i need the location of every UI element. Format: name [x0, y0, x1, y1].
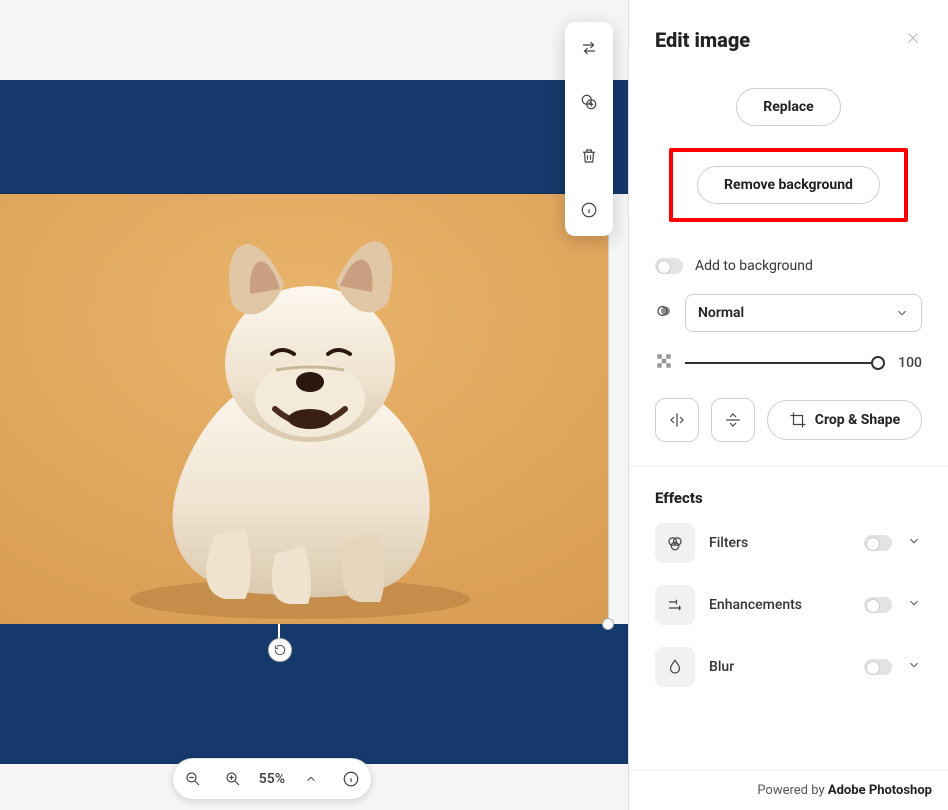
- close-icon: [904, 29, 922, 47]
- footer-prefix: Powered by: [757, 783, 828, 798]
- rotate-handle[interactable]: [268, 638, 292, 662]
- enhancements-expand[interactable]: [906, 596, 922, 614]
- enhancements-icon: [655, 585, 695, 625]
- chevron-down-icon: [907, 596, 921, 610]
- flip-vertical-button[interactable]: [711, 398, 755, 442]
- panel-footer: Powered by Adobe Photoshop: [629, 770, 948, 810]
- trash-icon: [580, 147, 598, 165]
- edit-image-panel: Edit image Replace Remove background Add…: [628, 0, 948, 810]
- blur-toggle[interactable]: [864, 659, 892, 675]
- effects-filters-row[interactable]: Filters: [655, 523, 922, 563]
- flip-horizontal-button[interactable]: [655, 398, 699, 442]
- chevron-up-icon: [304, 772, 318, 786]
- opacity-slider[interactable]: [685, 362, 878, 364]
- remove-background-button[interactable]: Remove background: [697, 166, 880, 204]
- delete-button[interactable]: [573, 140, 605, 172]
- resize-handle-br[interactable]: [602, 618, 614, 630]
- zoom-out-button[interactable]: [177, 763, 209, 795]
- swap-icon: [580, 39, 598, 57]
- filters-toggle[interactable]: [864, 535, 892, 551]
- zoom-in-icon: [224, 770, 242, 788]
- blend-mode-select[interactable]: Normal: [685, 294, 922, 332]
- blur-expand[interactable]: [906, 658, 922, 676]
- filters-label: Filters: [709, 535, 850, 551]
- chevron-down-icon: [907, 534, 921, 548]
- opacity-thumb[interactable]: [871, 356, 885, 370]
- replace-button[interactable]: Replace: [736, 88, 840, 126]
- flip-vertical-icon: [724, 411, 742, 429]
- opacity-icon: [655, 352, 673, 374]
- blend-mode-value: Normal: [698, 305, 744, 321]
- duplicate-icon: [580, 93, 598, 111]
- effects-blur-row[interactable]: Blur: [655, 647, 922, 687]
- blur-icon: [655, 647, 695, 687]
- zoom-out-icon: [184, 770, 202, 788]
- zoom-bar: 55%: [172, 758, 372, 800]
- filters-expand[interactable]: [906, 534, 922, 552]
- effects-title: Effects: [655, 489, 922, 507]
- crop-and-shape-label: Crop & Shape: [815, 412, 900, 428]
- footer-brand: Adobe Photoshop: [828, 783, 932, 798]
- zoom-info-button[interactable]: [335, 763, 367, 795]
- canvas-area[interactable]: 55%: [0, 0, 628, 810]
- effects-enhancements-row[interactable]: Enhancements: [655, 585, 922, 625]
- add-to-background-toggle[interactable]: [655, 258, 683, 274]
- crop-icon: [789, 411, 807, 429]
- chevron-down-icon: [907, 658, 921, 672]
- page-background-top: [0, 80, 628, 194]
- remove-background-highlight: Remove background: [669, 148, 908, 222]
- blur-label: Blur: [709, 659, 850, 675]
- info-icon: [580, 201, 598, 219]
- opacity-value: 100: [890, 355, 922, 371]
- flip-horizontal-icon: [668, 411, 686, 429]
- blend-mode-icon: [655, 302, 673, 324]
- panel-title: Edit image: [655, 28, 750, 52]
- crop-and-shape-button[interactable]: Crop & Shape: [767, 400, 922, 440]
- info-icon: [342, 770, 360, 788]
- add-to-background-label: Add to background: [695, 258, 813, 274]
- page-background-bottom: [0, 624, 628, 764]
- selected-image[interactable]: [0, 194, 608, 624]
- enhancements-label: Enhancements: [709, 597, 850, 613]
- enhancements-toggle[interactable]: [864, 597, 892, 613]
- close-panel-button[interactable]: [904, 29, 922, 52]
- floating-toolbar: [565, 22, 613, 236]
- filters-icon: [655, 523, 695, 563]
- rotate-icon: [273, 643, 287, 657]
- swap-button[interactable]: [573, 32, 605, 64]
- info-button[interactable]: [573, 194, 605, 226]
- zoom-level[interactable]: 55%: [259, 771, 285, 787]
- zoom-menu-button[interactable]: [295, 763, 327, 795]
- zoom-in-button[interactable]: [217, 763, 249, 795]
- duplicate-button[interactable]: [573, 86, 605, 118]
- chevron-down-icon: [895, 306, 909, 320]
